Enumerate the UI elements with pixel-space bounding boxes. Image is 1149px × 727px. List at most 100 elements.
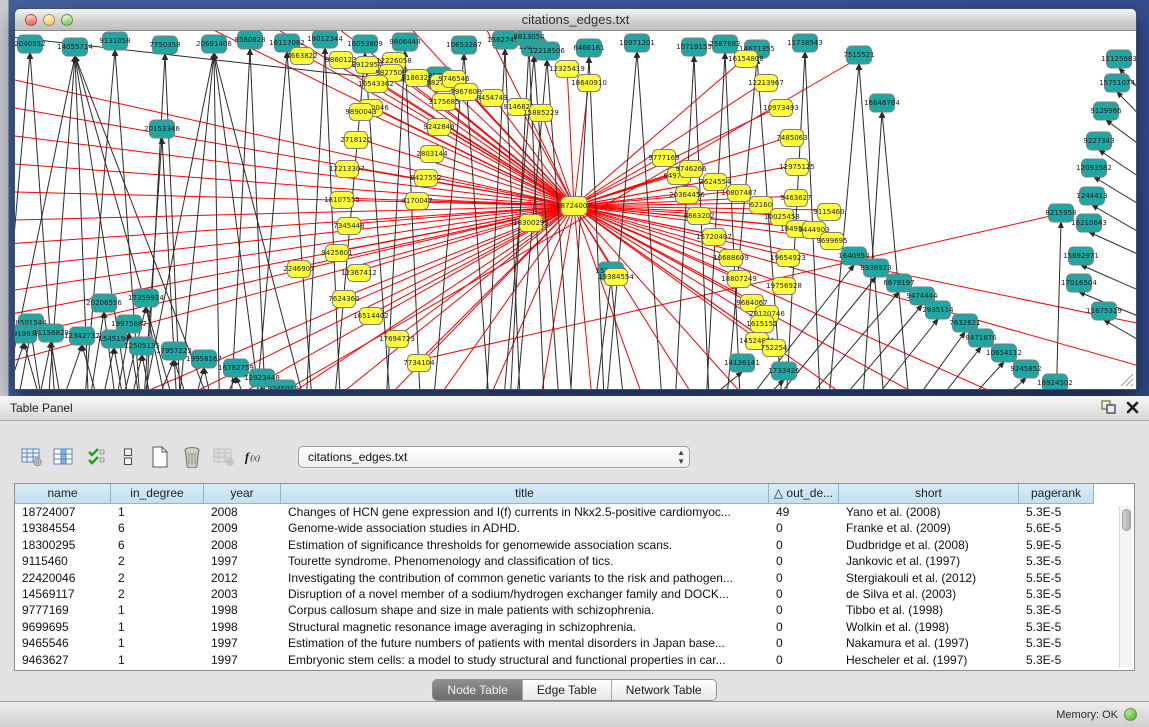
graph-node[interactable]: 9129966 xyxy=(1090,102,1122,120)
graph-node[interactable]: 3175685 xyxy=(428,94,459,111)
column-header-year[interactable]: year xyxy=(204,484,281,504)
table-settings-icon[interactable] xyxy=(20,446,43,469)
graph-node[interactable]: 17359924 xyxy=(128,289,164,307)
graph-node[interactable]: 7750358 xyxy=(149,36,180,54)
graph-node[interactable]: 9131058 xyxy=(99,32,130,50)
graph-node[interactable]: 11675319 xyxy=(1086,302,1122,320)
graph-node[interactable]: 3624554 xyxy=(699,174,731,191)
graph-node[interactable]: 18012344 xyxy=(307,31,343,48)
column-header-pagerank[interactable]: pagerank xyxy=(1019,484,1094,504)
column-header-short[interactable]: short xyxy=(839,484,1019,504)
graph-node[interactable]: 10654112 xyxy=(986,344,1022,362)
graph-node[interactable]: 16648784 xyxy=(864,94,900,112)
graph-node[interactable]: 7734104 xyxy=(403,355,435,372)
graph-node[interactable]: 14055714 xyxy=(57,38,93,56)
graph-node[interactable]: 10719155 xyxy=(676,38,712,56)
graph-node[interactable]: 7485063 xyxy=(776,130,807,147)
memory-status-label[interactable]: Memory: OK xyxy=(1056,709,1118,721)
graph-node[interactable]: 20153346 xyxy=(144,120,180,138)
tab-network-table[interactable]: Network Table xyxy=(612,680,716,700)
graph-node[interactable]: 752254 xyxy=(761,340,788,357)
graph-node[interactable]: 2718120 xyxy=(340,132,371,149)
graph-node[interactable]: 16053809 xyxy=(347,35,383,53)
graph-node[interactable]: 7345448 xyxy=(333,218,364,235)
graph-node[interactable]: 2587682 xyxy=(709,35,740,53)
graph-node[interactable]: 9806448 xyxy=(389,33,420,51)
graph-node[interactable]: 9425601 xyxy=(321,245,352,262)
graph-node[interactable]: 19975887 xyxy=(111,315,147,333)
tab-edge-table[interactable]: Edge Table xyxy=(523,680,612,700)
float-panel-icon[interactable] xyxy=(1101,400,1116,414)
row-height-icon[interactable] xyxy=(116,446,139,469)
graph-node[interactable]: 1615152 xyxy=(746,316,777,333)
graph-node[interactable]: 11738543 xyxy=(787,34,823,52)
graph-node[interactable]: 9746266 xyxy=(675,161,707,178)
graph-node[interactable]: 7663822 xyxy=(286,48,317,65)
graph-node[interactable]: 9227343 xyxy=(1083,132,1114,150)
delete-table-icon[interactable] xyxy=(180,446,203,469)
table-row[interactable]: 1456911722003Disruption of a novel membe… xyxy=(15,586,1134,602)
graph-node[interactable]: 1733426 xyxy=(768,362,800,380)
column-header-name[interactable]: name xyxy=(15,484,111,504)
graph-node[interactable]: 6466161 xyxy=(573,39,604,57)
graph-node[interactable]: 10973493 xyxy=(763,100,799,117)
graph-node[interactable]: 7515521 xyxy=(843,46,874,64)
graph-node[interactable]: 9699695 xyxy=(816,233,847,250)
graph-node[interactable]: 8580828 xyxy=(234,31,265,49)
table-vertical-scrollbar[interactable] xyxy=(1119,506,1132,668)
table-row[interactable]: 1872400712008Changes of HCN gene express… xyxy=(15,504,1134,520)
graph-node[interactable]: 9245012 xyxy=(267,380,298,389)
graph-node[interactable]: 20206556 xyxy=(86,294,122,312)
graph-node[interactable]: 15751074 xyxy=(1099,74,1135,92)
new-table-icon[interactable] xyxy=(148,446,171,469)
graph-node[interactable]: 9245852 xyxy=(1010,360,1041,378)
graph-node[interactable]: 16210643 xyxy=(1071,214,1107,232)
graph-node[interactable]: 11125683 xyxy=(1101,50,1136,68)
graph-node[interactable]: 9890043 xyxy=(345,104,376,121)
tab-node-table[interactable]: Node Table xyxy=(433,680,523,700)
column-header-title[interactable]: title xyxy=(281,484,769,504)
graph-node[interactable]: 10653287 xyxy=(446,36,482,54)
scrollbar-thumb[interactable] xyxy=(1122,509,1131,531)
graph-node[interactable]: 18724007 xyxy=(556,197,592,216)
graph-node[interactable]: 12342737 xyxy=(64,327,100,345)
graph-node[interactable]: 19958167 xyxy=(186,350,222,368)
column-header-in_degree[interactable]: in_degree xyxy=(111,484,204,504)
graph-node[interactable]: 12213307 xyxy=(329,161,365,178)
graph-node[interactable]: 19654923 xyxy=(770,250,806,267)
graph-node[interactable]: 7624360 xyxy=(328,291,359,308)
table-row[interactable]: 946554611997Estimation of the future num… xyxy=(15,635,1134,651)
graph-node[interactable]: 17016504 xyxy=(1061,274,1097,292)
table-select-dropdown[interactable]: citations_edges.txt ▲▼ xyxy=(298,446,690,468)
network-canvas[interactable]: 2040552140557149131058775035820691406858… xyxy=(15,31,1136,389)
graph-node[interactable]: 62160 xyxy=(750,197,773,214)
graph-node[interactable]: 2803144 xyxy=(416,146,448,163)
graph-node[interactable]: 12505135 xyxy=(124,337,160,355)
graph-node[interactable]: 4170047 xyxy=(401,193,432,210)
graph-node[interactable]: 12093582 xyxy=(1076,159,1112,177)
graph-node[interactable]: 4863202 xyxy=(683,208,714,225)
table-row[interactable]: 1830029562008Estimation of significance … xyxy=(15,537,1134,553)
network-window-titlebar[interactable]: citations_edges.txt xyxy=(15,9,1136,31)
graph-node[interactable]: 18107555 xyxy=(324,192,360,209)
table-row[interactable]: 911546021997Tourette syndrome. Phenomeno… xyxy=(15,553,1134,569)
close-panel-icon[interactable] xyxy=(1126,401,1139,414)
graph-node[interactable]: 8471676 xyxy=(965,329,997,347)
graph-node[interactable]: 15692971 xyxy=(1063,247,1099,265)
table-row[interactable]: 969969511998Structural magnetic resonanc… xyxy=(15,619,1134,635)
function-builder-icon[interactable]: f (x) xyxy=(244,446,267,469)
graph-node[interactable]: 12218506 xyxy=(529,42,565,60)
table-row[interactable]: 946362711997Embryonic stem cells: a mode… xyxy=(15,652,1134,668)
graph-node[interactable]: 16924502 xyxy=(1037,374,1073,389)
graph-node[interactable]: 9463627 xyxy=(780,190,811,207)
table-row[interactable]: 1938455462009Genome-wide association stu… xyxy=(15,520,1134,536)
table-row[interactable]: 977716911998Corpus callosum shape and si… xyxy=(15,602,1134,618)
graph-node[interactable]: 14136141 xyxy=(724,354,760,372)
show-columns-icon[interactable] xyxy=(52,446,75,469)
graph-node[interactable]: 2040552 xyxy=(15,35,46,53)
graph-node[interactable]: 8427552 xyxy=(410,170,441,187)
graph-node[interactable]: 8938923 xyxy=(860,259,891,277)
table-row[interactable]: 2242004622012Investigating the contribut… xyxy=(15,570,1134,586)
graph-node[interactable]: 9777169 xyxy=(648,150,679,167)
select-rows-icon[interactable] xyxy=(84,446,107,469)
